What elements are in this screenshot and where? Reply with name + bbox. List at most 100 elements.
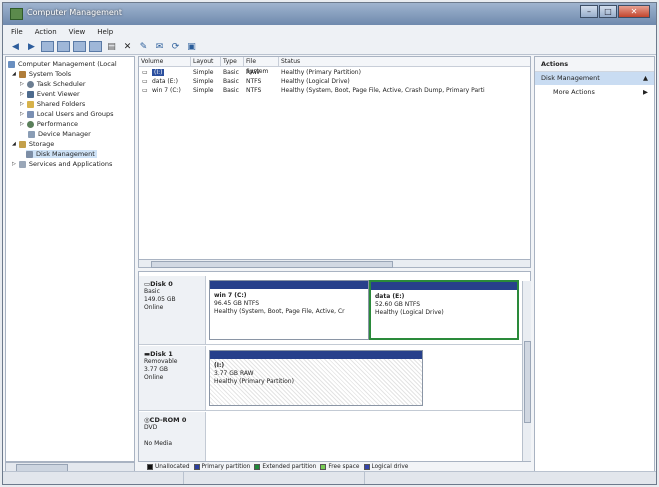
column-header-file-system[interactable]: File System [244,57,279,75]
menu-help[interactable]: Help [97,28,113,36]
maximize-button[interactable]: □ [599,5,617,18]
check-disk-icon[interactable]: ✎ [137,41,150,52]
volume-layout: Simple [193,78,214,85]
menu-view[interactable]: View [69,28,86,36]
legend-swatch-extended [254,464,261,470]
help-icon[interactable] [89,41,102,52]
tree-item-event-viewer[interactable]: ▷ Event Viewer [20,90,80,98]
legend-unallocated: Unallocated [155,464,190,470]
up-folder-icon[interactable] [41,41,54,52]
column-header-status[interactable]: Status [279,57,530,67]
computer-icon [8,60,15,68]
partition-bar [371,282,517,290]
collapse-arrow-icon[interactable]: ▷ [20,121,24,127]
volume-name: win 7 (C:) [152,87,181,94]
more-actions-label: More Actions [553,88,595,96]
collapse-arrow-icon[interactable]: ▷ [12,161,16,167]
device-manager-icon [28,130,35,138]
forward-arrow-icon[interactable]: ▶ [25,41,38,52]
actions-pane: Actions Disk Management ▲ More Actions ▶ [534,56,655,472]
properties-icon[interactable] [73,41,86,52]
scrollbar-thumb[interactable] [151,261,393,268]
partition-data-e[interactable]: data (E:) 52.60 GB NTFS Healthy (Logical… [369,280,519,340]
tree-item-disk-management-label: Disk Management [36,150,95,158]
export-list-icon[interactable]: ▤ [105,41,118,52]
volume-list-horizontal-scrollbar[interactable] [138,259,531,268]
tree-item-local-users-label: Local Users and Groups [36,110,114,118]
submenu-arrow-icon: ▶ [643,88,648,96]
disk-state: Online [144,304,164,311]
tree-item-system-tools[interactable]: ◢ System Tools [12,70,71,78]
collapse-arrow-icon[interactable]: ▷ [20,111,24,117]
collapse-arrow-icon[interactable]: ▷ [20,81,24,87]
disk-map-vertical-scrollbar[interactable] [522,281,531,461]
collapse-arrow-icon[interactable]: ▷ [20,101,24,107]
tree-item-performance[interactable]: ▷ Performance [20,120,78,128]
disk-state: No Media [144,440,173,447]
tree-item-root[interactable]: Computer Management (Local [8,60,117,68]
partition-status: Healthy (Primary Partition) [214,378,294,385]
partition-size: 3.77 GB RAW [214,370,254,377]
storage-icon [18,140,26,148]
disk-row-disk-0[interactable]: ▭Disk 0 Basic 149.05 GB Online win 7 (C:… [139,276,522,345]
expand-arrow-icon[interactable]: ◢ [12,141,16,147]
minimize-button[interactable]: – [580,5,598,18]
collapse-up-icon[interactable]: ▲ [643,72,648,85]
volume-status: Healthy (System, Boot, Page File, Active… [281,87,485,94]
disk-kind: Basic [144,288,160,295]
scrollbar-thumb[interactable] [524,341,531,423]
status-bar [3,471,656,484]
column-header-volume[interactable]: Volume [139,57,191,67]
back-arrow-icon[interactable]: ◀ [9,41,22,52]
tree-item-shared-folders-label: Shared Folders [36,100,86,108]
tree-item-disk-management[interactable]: Disk Management [26,150,97,158]
disk-label[interactable]: ▬Disk 1 Removable 3.77 GB Online [139,346,206,410]
more-actions-item[interactable]: More Actions ▶ [535,85,654,99]
status-pane-1 [3,472,184,484]
collapse-arrow-icon[interactable]: ▷ [20,91,24,97]
disk-state: Online [144,374,164,381]
tree-item-device-manager-label: Device Manager [38,130,91,138]
partition-size: 52.60 GB NTFS [375,301,421,308]
disk-label[interactable]: ◎CD-ROM 0 DVD No Media [139,412,206,461]
drive-icon: ▭ [142,69,148,76]
status-pane-2 [184,472,365,484]
close-button[interactable]: ✕ [618,5,650,18]
disk-management-icon [26,150,33,158]
volume-type: Basic [223,87,239,94]
drive-icon[interactable]: ▣ [185,41,198,52]
menu-file[interactable]: File [11,28,23,36]
column-header-type[interactable]: Type [221,57,244,67]
partition-win7-c[interactable]: win 7 (C:) 96.45 GB NTFS Healthy (System… [209,280,369,340]
tree-item-performance-label: Performance [36,120,79,128]
volume-name: (I:) [152,69,165,76]
volume-file-system: NTFS [246,78,262,85]
partition-i[interactable]: (I:) 3.77 GB RAW Healthy (Primary Partit… [209,350,423,406]
computer-management-icon [10,8,23,20]
format-icon[interactable]: ✉ [153,41,166,52]
tree-item-storage-label: Storage [28,140,55,148]
disk-row-cd-rom-0[interactable]: ◎CD-ROM 0 DVD No Media [139,412,522,461]
computer-management-window: Computer Management – □ ✕ File Action Vi… [2,2,657,485]
volume-file-system: RAW [246,69,260,76]
tree-item-local-users[interactable]: ▷ Local Users and Groups [20,110,114,118]
tree-item-services[interactable]: ▷ Services and Applications [12,160,112,168]
column-header-layout[interactable]: Layout [191,57,221,67]
actions-section-disk-management[interactable]: Disk Management ▲ [535,72,654,85]
expand-arrow-icon[interactable]: ◢ [12,71,16,77]
title-bar[interactable]: Computer Management – □ ✕ [3,3,656,25]
tree-item-storage[interactable]: ◢ Storage [12,140,54,148]
navigation-tree: Computer Management (Local ◢ System Tool… [5,56,135,462]
services-icon [18,160,26,168]
partition-bar [210,281,368,289]
tree-item-device-manager[interactable]: Device Manager [28,130,91,138]
menu-action[interactable]: Action [35,28,57,36]
show-hide-tree-icon[interactable] [57,41,70,52]
tree-item-task-scheduler[interactable]: ▷ Task Scheduler [20,80,86,88]
disk-row-disk-1[interactable]: ▬Disk 1 Removable 3.77 GB Online (I:) 3.… [139,346,522,411]
delete-icon[interactable]: ✕ [121,41,134,52]
volume-name: data (E:) [152,78,178,85]
disk-label[interactable]: ▭Disk 0 Basic 149.05 GB Online [139,276,206,344]
tree-item-shared-folders[interactable]: ▷ Shared Folders [20,100,85,108]
rescan-icon[interactable]: ⟳ [169,41,182,52]
